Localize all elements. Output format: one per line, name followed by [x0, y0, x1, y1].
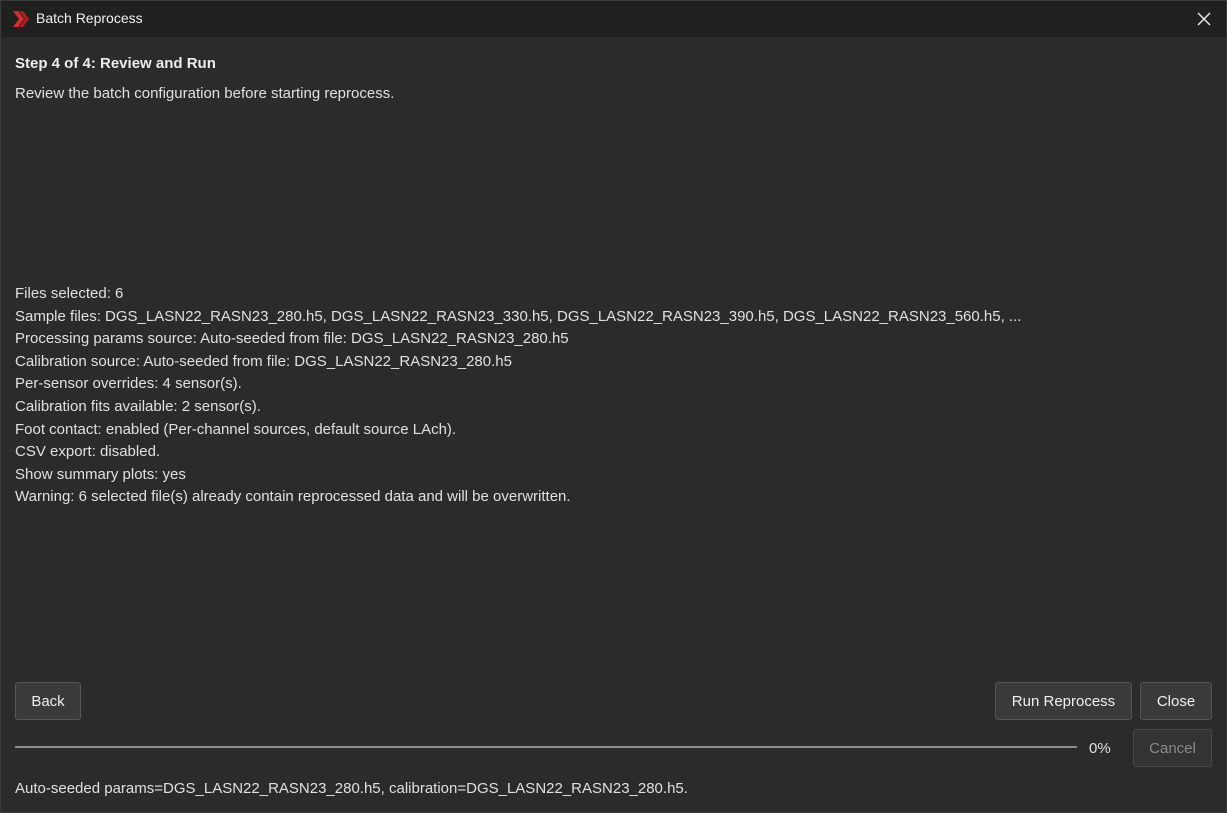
- close-button[interactable]: Close: [1140, 682, 1212, 720]
- progress-percent: 0%: [1089, 740, 1111, 757]
- close-window-icon[interactable]: [1192, 7, 1216, 31]
- step-description: Review the batch configuration before st…: [15, 85, 395, 102]
- summary-files-selected: Files selected: 6: [15, 285, 124, 302]
- summary-show-plots: Show summary plots: yes: [15, 465, 186, 483]
- summary-csv-export: CSV export: disabled.: [15, 443, 161, 461]
- summary-params-source: Processing params source: Auto-seeded fr…: [15, 330, 569, 348]
- summary-sensor-overrides: Per-sensor overrides: 4 sensor(s).: [15, 375, 242, 393]
- summary-warning: Warning: 6 selected file(s) already cont…: [15, 488, 571, 506]
- window-title: Batch Reprocess: [36, 10, 143, 26]
- title-bar: Batch Reprocess: [1, 1, 1226, 37]
- app-logo-icon: [11, 9, 31, 29]
- summary-calibration-source: Calibration source: Auto-seeded from fil…: [15, 352, 512, 370]
- back-button[interactable]: Back: [15, 682, 81, 720]
- step-title: Step 4 of 4: Review and Run: [15, 55, 216, 72]
- summary-sample-files: Sample files: DGS_LASN22_RASN23_280.h5, …: [15, 307, 1022, 325]
- cancel-button[interactable]: Cancel: [1133, 729, 1212, 767]
- run-reprocess-button[interactable]: Run Reprocess: [995, 682, 1132, 720]
- summary-foot-contact: Foot contact: enabled (Per-channel sourc…: [15, 420, 457, 438]
- summary-list: Files selected: 6 Sample files: DGS_LASN…: [15, 283, 1205, 509]
- progress-bar: [15, 746, 1077, 748]
- status-message: Auto-seeded params=DGS_LASN22_RASN23_280…: [15, 780, 688, 797]
- batch-reprocess-dialog: Batch Reprocess Step 4 of 4: Review and …: [0, 0, 1227, 813]
- summary-calibration-fits: Calibration fits available: 2 sensor(s).: [15, 397, 261, 415]
